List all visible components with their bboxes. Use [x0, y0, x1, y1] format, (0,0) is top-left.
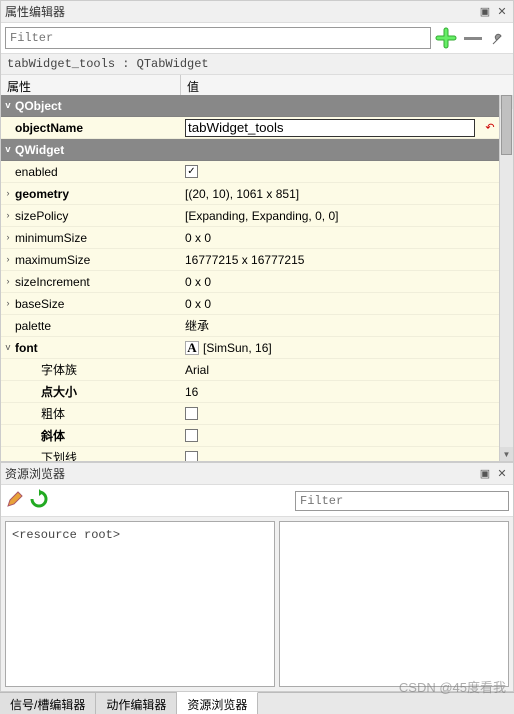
- prop-fontbold[interactable]: 粗体: [1, 403, 499, 425]
- tab-resource-browser[interactable]: 资源浏览器: [177, 692, 258, 714]
- prop-palette[interactable]: palette 继承: [1, 315, 499, 337]
- enabled-checkbox[interactable]: ✓: [185, 165, 198, 178]
- prop-geometry[interactable]: ›geometry [(20, 10), 1061 x 851]: [1, 183, 499, 205]
- resource-browser-header: 资源浏览器 ▣ ✕: [1, 463, 513, 485]
- undock-icon[interactable]: ▣: [478, 5, 492, 19]
- resource-browser-title: 资源浏览器: [5, 465, 475, 482]
- resource-toolbar: [1, 485, 513, 517]
- prop-sizeincrement[interactable]: ›sizeIncrement 0 x 0: [1, 271, 499, 293]
- chevron-right-icon[interactable]: ›: [3, 299, 13, 309]
- object-label: tabWidget_tools : QTabWidget: [1, 54, 513, 75]
- fontunderline-checkbox[interactable]: [185, 451, 198, 461]
- scrollbar-thumb[interactable]: [501, 95, 512, 155]
- prop-fontunderline[interactable]: 下划线: [1, 447, 499, 461]
- prop-font[interactable]: vfont A[SimSun, 16]: [1, 337, 499, 359]
- tab-signal-slot[interactable]: 信号/槽编辑器: [0, 693, 96, 714]
- resource-body: <resource root>: [1, 517, 513, 691]
- chevron-right-icon[interactable]: ›: [3, 233, 13, 243]
- resource-root-label: <resource root>: [12, 528, 120, 542]
- property-editor-panel: 属性编辑器 ▣ ✕ tabWidget_tools : QTabWidget 属…: [0, 0, 514, 462]
- close-icon[interactable]: ✕: [495, 467, 509, 481]
- prop-sizepolicy[interactable]: ›sizePolicy [Expanding, Expanding, 0, 0]: [1, 205, 499, 227]
- scroll-down-icon[interactable]: ▼: [500, 447, 513, 461]
- chevron-down-icon[interactable]: v: [3, 101, 13, 111]
- prop-fontsize[interactable]: 点大小 16: [1, 381, 499, 403]
- reset-icon[interactable]: ↶: [483, 121, 497, 135]
- vertical-scrollbar[interactable]: ▲ ▼: [499, 95, 513, 461]
- close-icon[interactable]: ✕: [495, 5, 509, 19]
- reload-icon[interactable]: [29, 489, 49, 512]
- chevron-right-icon[interactable]: ›: [3, 277, 13, 287]
- prop-fontfamily[interactable]: 字体族 Arial: [1, 359, 499, 381]
- objectname-input[interactable]: [185, 119, 475, 137]
- tab-action-editor[interactable]: 动作编辑器: [96, 693, 177, 714]
- chevron-down-icon[interactable]: v: [3, 145, 13, 155]
- remove-icon[interactable]: [464, 37, 482, 40]
- prop-fontitalic[interactable]: 斜体: [1, 425, 499, 447]
- prop-basesize[interactable]: ›baseSize 0 x 0: [1, 293, 499, 315]
- chevron-right-icon[interactable]: ›: [3, 255, 13, 265]
- font-icon: A: [185, 341, 199, 355]
- add-icon[interactable]: [435, 27, 457, 49]
- edit-icon[interactable]: [5, 489, 25, 512]
- group-qwidget[interactable]: vQWidget: [1, 139, 499, 161]
- resource-preview-pane[interactable]: [279, 521, 509, 687]
- prop-objectname[interactable]: objectName ↶: [1, 117, 499, 139]
- chevron-down-icon[interactable]: v: [3, 343, 13, 353]
- configure-icon[interactable]: [489, 28, 509, 48]
- resource-filter-input[interactable]: [295, 491, 509, 511]
- resource-tree-pane[interactable]: <resource root>: [5, 521, 275, 687]
- resource-browser-panel: 资源浏览器 ▣ ✕ <resource root>: [0, 462, 514, 692]
- tree-body: vQObject objectName ↶ vQWidget enabled ✓…: [1, 95, 499, 461]
- prop-minimumsize[interactable]: ›minimumSize 0 x 0: [1, 227, 499, 249]
- bottom-tabs: 信号/槽编辑器 动作编辑器 资源浏览器: [0, 692, 514, 714]
- property-editor-header: 属性编辑器 ▣ ✕: [1, 1, 513, 23]
- prop-maximumsize[interactable]: ›maximumSize 16777215 x 16777215: [1, 249, 499, 271]
- property-tree: 属性 值 vQObject objectName ↶ vQWidget enab…: [1, 75, 513, 461]
- group-qobject[interactable]: vQObject: [1, 95, 499, 117]
- filter-input[interactable]: [5, 27, 431, 49]
- property-editor-title: 属性编辑器: [5, 3, 475, 20]
- fontitalic-checkbox[interactable]: [185, 429, 198, 442]
- chevron-right-icon[interactable]: ›: [3, 189, 13, 199]
- filter-row: [1, 23, 513, 54]
- fontbold-checkbox[interactable]: [185, 407, 198, 420]
- prop-enabled[interactable]: enabled ✓: [1, 161, 499, 183]
- chevron-right-icon[interactable]: ›: [3, 211, 13, 221]
- undock-icon[interactable]: ▣: [478, 467, 492, 481]
